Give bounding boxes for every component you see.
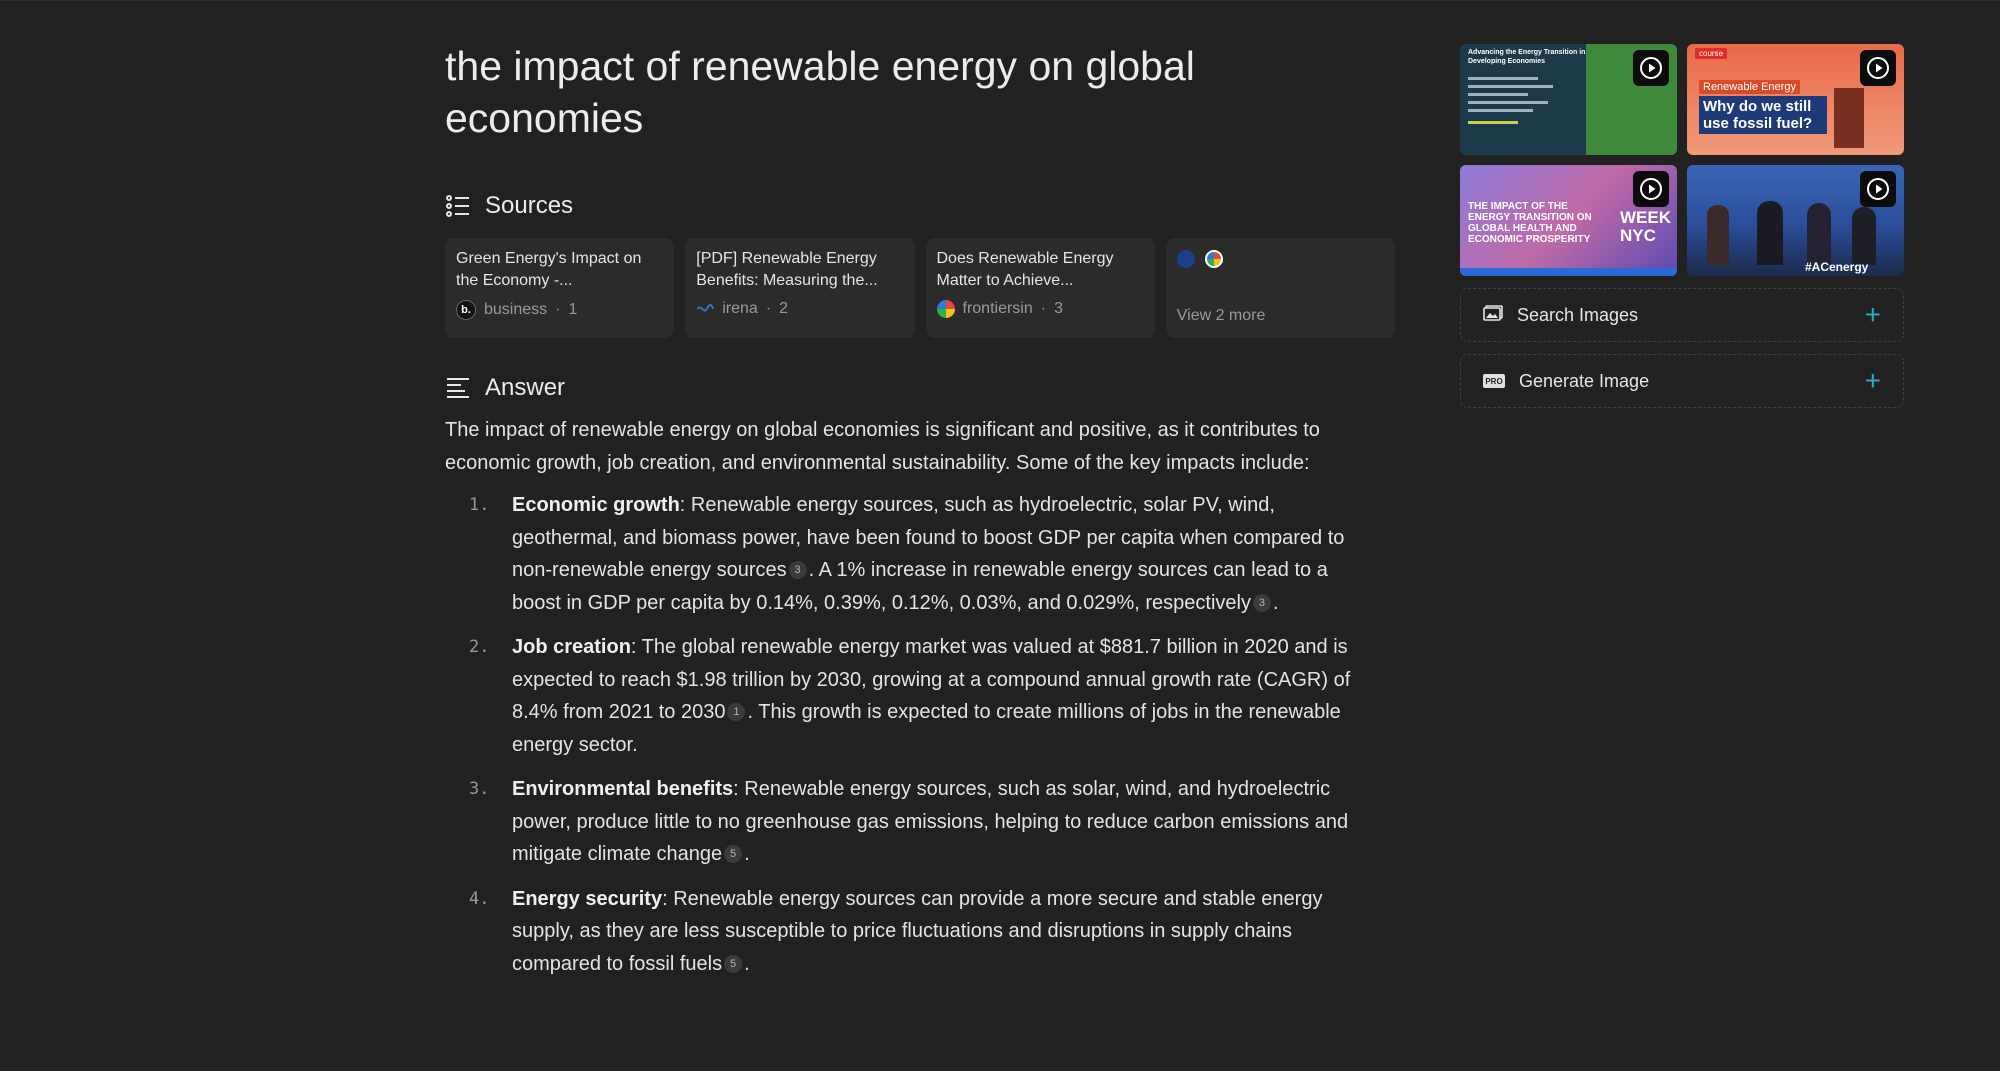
video-grid: Advancing the Energy Transition in Devel… [1460, 44, 1904, 276]
citation-badge[interactable]: 1 [727, 703, 746, 721]
sources-heading: Sources [485, 192, 574, 219]
sources-icon [445, 193, 471, 219]
source-card[interactable]: [PDF] Renewable Energy Benefits: Measuri… [685, 238, 915, 338]
play-icon[interactable] [1633, 171, 1669, 207]
business-favicon-icon: b. [456, 300, 476, 320]
answer-icon [445, 375, 471, 401]
plus-icon[interactable]: + [1865, 301, 1881, 329]
view-more-sources[interactable]: View 2 more [1165, 238, 1395, 338]
generate-image-button[interactable]: PRO Generate Image + [1460, 354, 1904, 408]
source-site: frontiersin [962, 300, 1033, 317]
generate-image-label: Generate Image [1519, 370, 1650, 391]
source-title: [PDF] Renewable Energy Benefits: Measuri… [696, 250, 878, 289]
plus-icon[interactable]: + [1865, 367, 1881, 395]
video-thumbnail[interactable]: THE IMPACT OF THE ENERGY TRANSITION ON G… [1460, 165, 1677, 276]
video-thumbnail[interactable]: course Renewable Energy Why do we still … [1687, 44, 1904, 155]
frontiersin-favicon-icon [1204, 250, 1223, 268]
media-sidebar: Advancing the Energy Transition in Devel… [1460, 44, 1904, 408]
pro-badge: PRO [1483, 374, 1505, 388]
search-images-button[interactable]: Search Images + [1460, 288, 1904, 342]
play-icon[interactable] [1860, 50, 1896, 86]
source-site: business [484, 301, 548, 318]
citation-badge[interactable]: 5 [724, 845, 743, 863]
citation-badge[interactable]: 5 [724, 954, 743, 973]
source-index: 1 [568, 301, 578, 318]
top-divider [0, 0, 2000, 1]
query-title: the impact of renewable energy on global… [445, 43, 1195, 141]
list-item: 4. Energy security: Renewable energy sour… [469, 887, 1323, 975]
video-thumbnail[interactable]: Advancing the Energy Transition in Devel… [1460, 44, 1677, 155]
play-icon[interactable] [1633, 50, 1669, 86]
main-column: the impact of renewable energy on global… [445, 40, 1395, 992]
answer-heading: Answer [485, 374, 566, 401]
list-item: 1. Economic growth: Renewable energy sour… [469, 494, 1345, 614]
source-card[interactable]: Green Energy's Impact on the Economy -..… [445, 238, 675, 338]
image-icon [1483, 304, 1503, 326]
source-site: irena [722, 300, 758, 317]
institution-favicon-icon [1176, 250, 1195, 268]
list-item: 3. Environmental benefits: Renewable ener… [469, 778, 1349, 865]
source-index: 3 [1054, 300, 1063, 317]
search-images-label: Search Images [1517, 304, 1639, 325]
citation-badge[interactable]: 3 [788, 561, 807, 579]
source-card[interactable]: Does Renewable Energy Matter to Achieve.… [925, 238, 1155, 338]
frontiersin-favicon-icon [936, 300, 955, 318]
answer-header: Answer [445, 374, 1395, 402]
answer-body: The impact of renewable energy on global… [445, 414, 1395, 980]
view-more-label: View 2 more [1176, 307, 1266, 324]
video-thumbnail[interactable]: #ACenergy [1687, 165, 1904, 276]
sources-list: Green Energy's Impact on the Economy -..… [445, 238, 1395, 338]
answer-list: 1. Economic growth: Renewable energy sour… [445, 489, 1372, 980]
list-item: 2. Job creation: The global renewable ene… [469, 636, 1351, 756]
citation-badge[interactable]: 3 [1252, 593, 1271, 612]
answer-intro: The impact of renewable energy on global… [445, 419, 1320, 474]
play-icon[interactable] [1860, 171, 1896, 207]
source-index: 2 [779, 300, 789, 317]
sources-header: Sources [445, 192, 1395, 220]
irena-favicon-icon [696, 300, 715, 318]
source-title: Does Renewable Energy Matter to Achieve.… [936, 250, 1114, 289]
source-title: Green Energy's Impact on the Economy -..… [456, 250, 642, 289]
